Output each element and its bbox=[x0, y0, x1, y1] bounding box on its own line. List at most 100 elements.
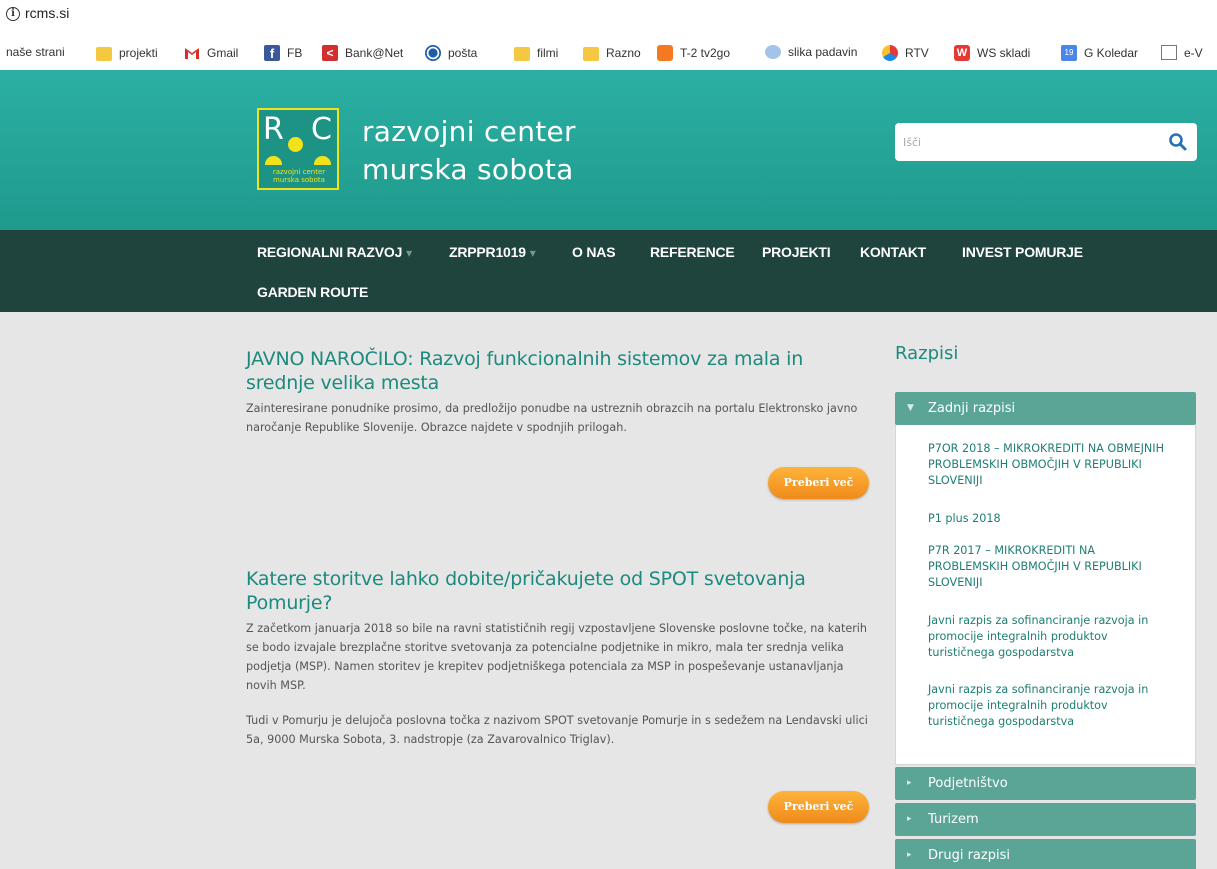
weather-icon bbox=[765, 45, 781, 59]
dropdown-caret-icon: ▾ bbox=[529, 246, 536, 260]
razpis-link[interactable]: P7OR 2018 – MIKROKREDITI NA OBMEJNIH PRO… bbox=[928, 441, 1173, 489]
folder-icon bbox=[96, 47, 112, 61]
razpis-link[interactable]: P1 plus 2018 bbox=[928, 511, 1173, 527]
bookmark-label: projekti bbox=[119, 46, 158, 60]
nav-item-invest-pomurje[interactable]: INVEST POMURJE bbox=[962, 244, 1083, 260]
bookmark-label: filmi bbox=[537, 46, 559, 60]
bookmark-g-koledar[interactable]: 19 G Koledar bbox=[1061, 45, 1138, 61]
nav-item-o-nas[interactable]: O NAS bbox=[572, 244, 616, 260]
article-title[interactable]: JAVNO NAROČILO: Razvoj funkcionalnih sis… bbox=[246, 347, 871, 395]
caret-right-icon: ▸ bbox=[907, 850, 912, 860]
razpis-link[interactable]: Javni razpis za sofinanciranje razvoja i… bbox=[928, 682, 1173, 730]
nav-item-label: O NAS bbox=[572, 244, 616, 260]
accordion-podjetnistvo[interactable]: ▸ Podjetništvo bbox=[895, 767, 1196, 800]
nav-item-garden-route[interactable]: GARDEN ROUTE bbox=[257, 284, 368, 300]
nav-item-label: ZRPPR1019 bbox=[449, 244, 526, 260]
article-text: Tudi v Pomurju je delujoča poslovna točk… bbox=[246, 714, 868, 746]
bookmark-gmail[interactable]: Gmail bbox=[184, 45, 238, 61]
bookmark-banknet[interactable]: < Bank@Net bbox=[322, 45, 403, 61]
search-box bbox=[895, 123, 1197, 161]
nav-item-label: KONTAKT bbox=[860, 244, 926, 260]
browser-address-bar[interactable]: i rcms.si bbox=[0, 0, 1217, 36]
nav-item-kontakt[interactable]: KONTAKT bbox=[860, 244, 926, 260]
nav-item-label: INVEST POMURJE bbox=[962, 244, 1083, 260]
bookmark-rtv[interactable]: RTV bbox=[882, 45, 929, 61]
site-header: R C razvojni center murska sobota razvoj… bbox=[0, 70, 1217, 230]
site-title[interactable]: razvojni center murska sobota bbox=[362, 113, 576, 189]
bookmark-nase-strani[interactable]: naše strani bbox=[6, 45, 65, 59]
bookmark-label: Bank@Net bbox=[345, 46, 404, 60]
bookmark-fb[interactable]: f FB bbox=[264, 45, 302, 61]
bookmark-label: naše strani bbox=[6, 45, 65, 59]
logo-caption-line2: murska sobota bbox=[273, 176, 325, 184]
bookmark-label: T-2 tv2go bbox=[680, 46, 731, 60]
razpis-link[interactable]: Javni razpis za sofinanciranje razvoja i… bbox=[928, 613, 1173, 661]
bookmark-e-v[interactable]: e-V bbox=[1161, 45, 1203, 60]
bank-icon: < bbox=[322, 45, 338, 61]
ws-icon: W bbox=[954, 45, 970, 61]
rtv-icon bbox=[882, 45, 898, 61]
bookmark-projekti[interactable]: projekti bbox=[96, 45, 158, 61]
bookmark-label: slika padavin bbox=[788, 45, 858, 59]
read-more-button[interactable]: Preberi več bbox=[768, 467, 869, 499]
bookmark-posta[interactable]: pošta bbox=[425, 45, 477, 61]
calendar-icon: 19 bbox=[1061, 45, 1077, 61]
nav-item-label: GARDEN ROUTE bbox=[257, 284, 369, 300]
nav-item-reference[interactable]: REFERENCE bbox=[650, 244, 735, 260]
nav-item-zrppr1019[interactable]: ZRPPR1019 ▾ bbox=[449, 244, 536, 260]
bookmark-filmi[interactable]: filmi bbox=[514, 45, 558, 61]
nav-item-label: REGIONALNI RAZVOJ bbox=[257, 244, 403, 260]
logo-caption: razvojni center murska sobota bbox=[262, 168, 336, 184]
logo-dot bbox=[314, 156, 331, 165]
nav-item-label: PROJEKTI bbox=[762, 244, 831, 260]
caret-down-icon: ▼ bbox=[907, 403, 914, 413]
posta-icon bbox=[425, 45, 441, 61]
accordion-panel-zadnji-razpisi: P7OR 2018 – MIKROKREDITI NA OBMEJNIH PRO… bbox=[895, 425, 1196, 765]
bookmark-slika-padavin[interactable]: slika padavin bbox=[765, 45, 857, 59]
accordion-label: Drugi razpisi bbox=[928, 848, 1010, 863]
bookmark-label: Gmail bbox=[207, 46, 239, 60]
caret-right-icon: ▸ bbox=[907, 814, 912, 824]
info-icon[interactable]: i bbox=[6, 7, 20, 21]
search-icon[interactable] bbox=[1168, 132, 1188, 152]
t2-icon bbox=[657, 45, 673, 61]
gmail-icon bbox=[185, 48, 199, 59]
site-logo[interactable]: R C razvojni center murska sobota bbox=[257, 108, 339, 190]
search-input[interactable] bbox=[903, 132, 1153, 152]
bookmark-razno[interactable]: Razno bbox=[583, 45, 641, 61]
nav-item-regionalni-razvoj[interactable]: REGIONALNI RAZVOJ ▾ bbox=[257, 244, 412, 260]
nav-item-label: REFERENCE bbox=[650, 244, 735, 260]
logo-dot bbox=[265, 156, 282, 165]
bookmark-label: e-V bbox=[1184, 45, 1203, 60]
bookmark-label: WS skladi bbox=[977, 46, 1031, 60]
accordion-zadnji-razpisi[interactable]: ▼ Zadnji razpisi bbox=[895, 392, 1196, 425]
facebook-icon: f bbox=[264, 45, 280, 61]
logo-dot bbox=[288, 137, 303, 152]
bookmark-t2[interactable]: T-2 tv2go bbox=[657, 45, 730, 61]
nav-item-projekti[interactable]: PROJEKTI bbox=[762, 244, 831, 260]
accordion-turizem[interactable]: ▸ Turizem bbox=[895, 803, 1196, 836]
read-more-button[interactable]: Preberi več bbox=[768, 791, 869, 823]
logo-letter-r: R bbox=[263, 112, 284, 147]
bookmark-ws-skladi[interactable]: W WS skladi bbox=[954, 45, 1030, 61]
site-title-line2: murska sobota bbox=[362, 153, 574, 186]
url-text[interactable]: rcms.si bbox=[25, 5, 69, 21]
razpis-link[interactable]: P7R 2017 – MIKROKREDITI NA PROBLEMSKIH O… bbox=[928, 543, 1173, 591]
main-nav: REGIONALNI RAZVOJ ▾ ZRPPR1019 ▾ O NAS REFE… bbox=[0, 230, 1217, 312]
dropdown-caret-icon: ▾ bbox=[406, 246, 412, 260]
bookmark-label: RTV bbox=[905, 46, 929, 60]
article-javno-narocilo: JAVNO NAROČILO: Razvoj funkcionalnih sis… bbox=[246, 347, 871, 437]
bookmarks-bar: naše strani projekti Gmail f FB < Bank@N… bbox=[0, 36, 1217, 70]
bookmark-label: Razno bbox=[606, 46, 641, 60]
bookmark-label: G Koledar bbox=[1084, 46, 1139, 60]
article-text: Z začetkom januarja 2018 so bile na ravn… bbox=[246, 622, 868, 692]
site-title-line1: razvojni center bbox=[362, 115, 576, 148]
logo-caption-line1: razvojni center bbox=[272, 168, 326, 176]
bookmark-label: pošta bbox=[448, 46, 478, 60]
logo-letter-c: C bbox=[311, 112, 332, 147]
accordion-drugi-razpisi[interactable]: ▸ Drugi razpisi bbox=[895, 839, 1196, 869]
document-icon bbox=[1161, 45, 1177, 60]
accordion-label: Zadnji razpisi bbox=[928, 401, 1016, 416]
accordion-label: Turizem bbox=[928, 812, 979, 827]
article-title[interactable]: Katere storitve lahko dobite/pričakujete… bbox=[246, 567, 871, 615]
